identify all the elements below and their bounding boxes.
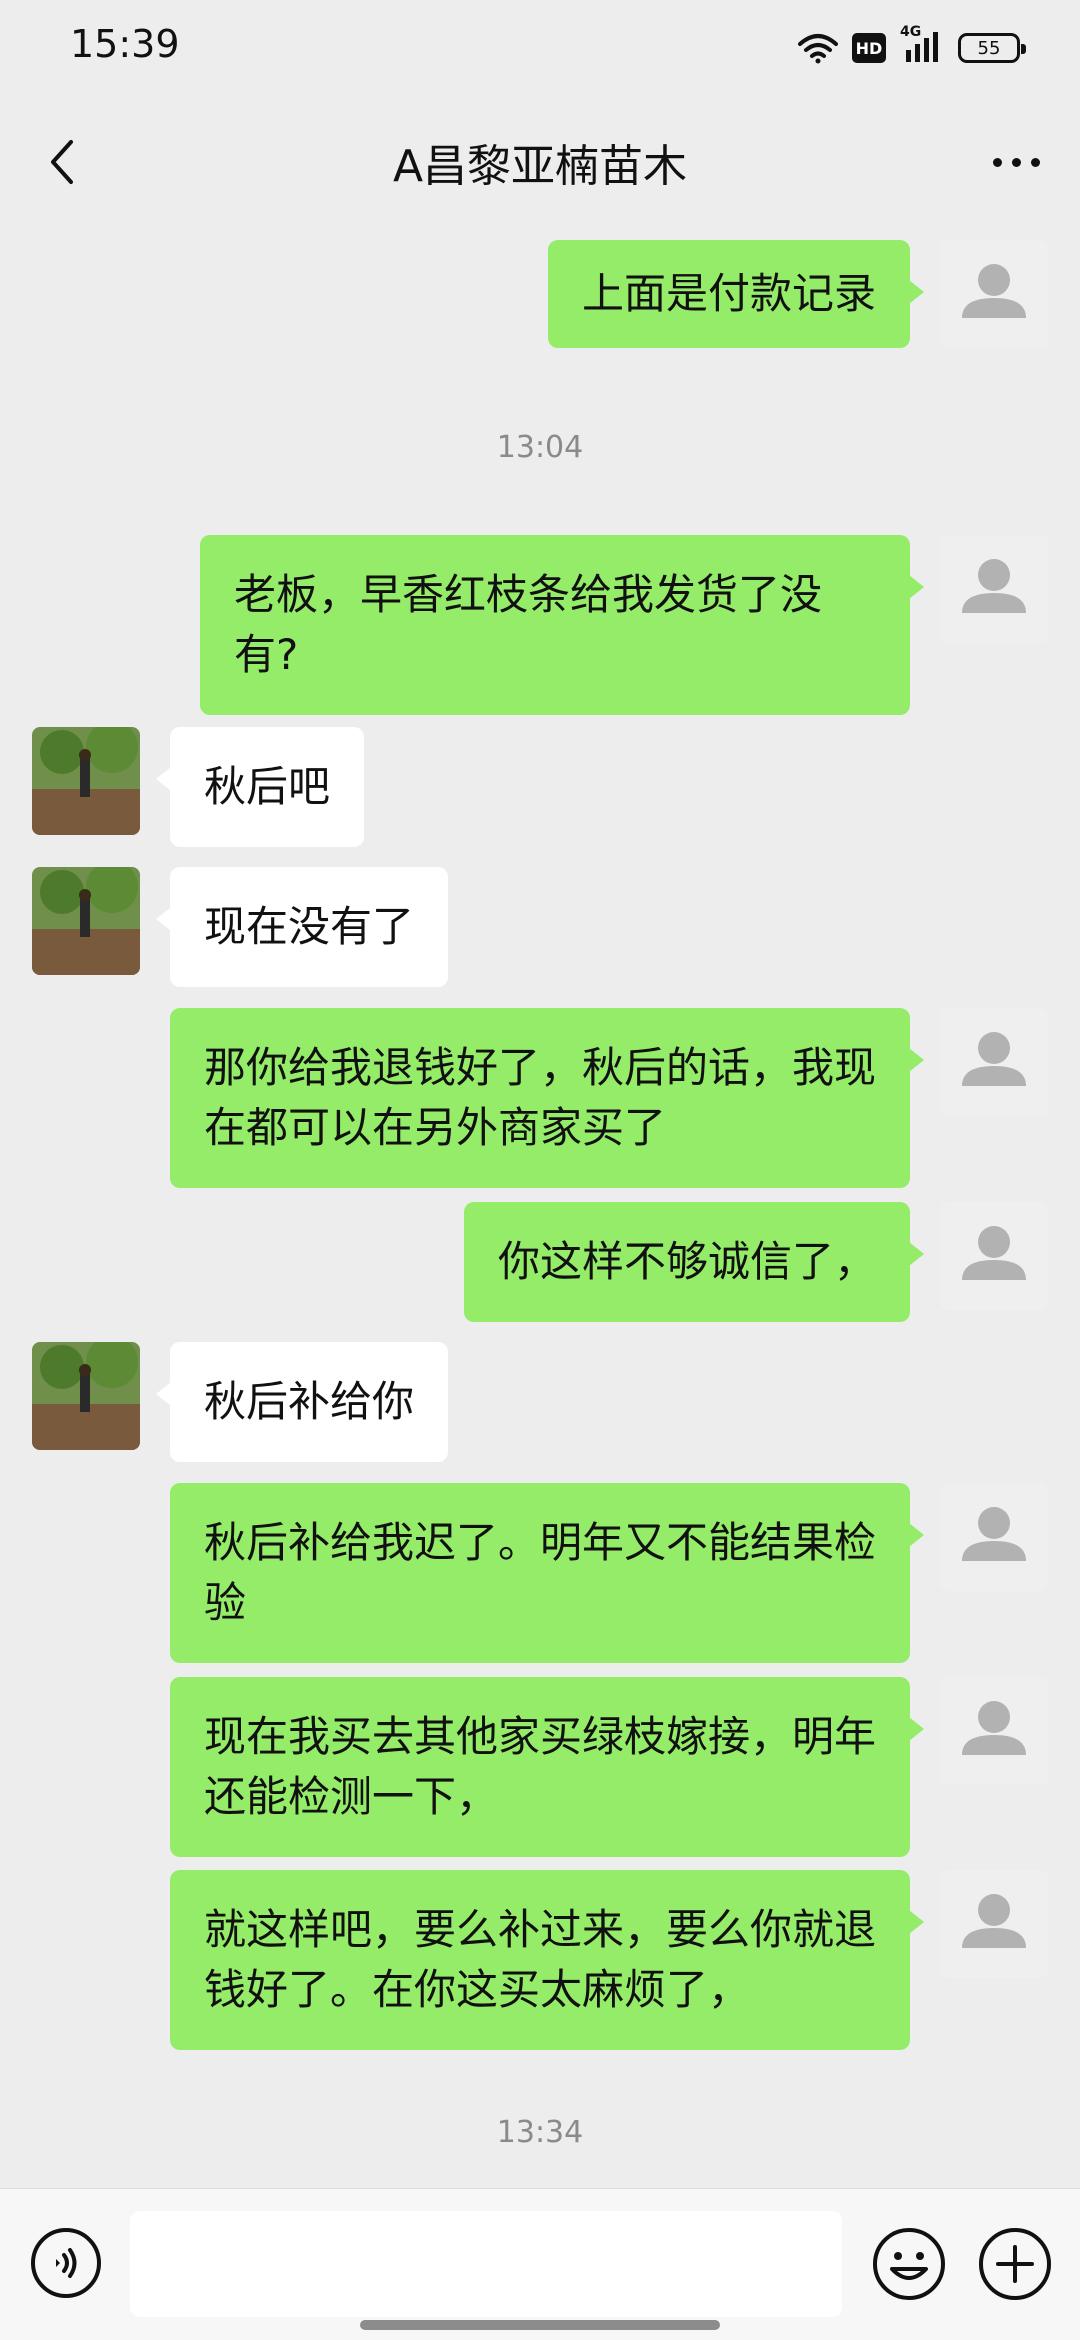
voice-button[interactable] [30, 2227, 102, 2299]
network-type: 4G [900, 24, 922, 40]
emoji-button[interactable] [872, 2227, 946, 2301]
contact-avatar[interactable] [32, 727, 140, 835]
voice-icon [31, 2228, 101, 2298]
emoji-icon [873, 2228, 945, 2300]
message-input[interactable] [130, 2211, 842, 2317]
message-bubble[interactable]: 就这样吧，要么补过来，要么你就退钱好了。在你这买太麻烦了， [170, 1870, 924, 2050]
contact-avatar-photo [32, 1342, 140, 1450]
user-icon [940, 535, 1048, 643]
more-icon-dot [1011, 157, 1021, 167]
self-avatar[interactable] [940, 1677, 1048, 1785]
self-avatar[interactable] [940, 535, 1048, 643]
signal-icon: 4G [900, 24, 944, 66]
status-icons: HD 4G 55 [798, 24, 1026, 70]
more-icon-dot [1030, 157, 1040, 167]
chat-title: A昌黎亚楠苗木 [392, 141, 688, 192]
message-bubble[interactable]: 上面是付款记录 [547, 240, 925, 348]
home-indicator[interactable] [360, 2320, 720, 2330]
message-bubble[interactable]: 你这样不够诚信了， [463, 1202, 925, 1322]
contact-avatar[interactable] [32, 1342, 140, 1450]
message-bubble[interactable]: 老板，早香红枝条给我发货了没有? [200, 535, 924, 715]
user-icon [940, 240, 1048, 348]
status-bar: 15:39 HD 4G 55 [0, 0, 1080, 96]
more-icon [992, 157, 1002, 167]
plus-icon [979, 2228, 1051, 2300]
self-avatar[interactable] [940, 1008, 1048, 1116]
chat-screen: 15:39 HD 4G 55 A昌黎亚楠苗木 上面是付款记录 13:04 老板，… [0, 0, 1080, 2340]
user-icon [940, 1202, 1048, 1310]
message-list[interactable]: 上面是付款记录 13:04 老板，早香红枝条给我发货了没有? 秋后吧 现在没有了… [0, 230, 1080, 2188]
message-bubble[interactable]: 那你给我退钱好了，秋后的话，我现在都可以在另外商家买了 [170, 1008, 924, 1188]
self-avatar[interactable] [940, 1870, 1048, 1978]
self-avatar[interactable] [940, 240, 1048, 348]
plus-button[interactable] [978, 2227, 1052, 2301]
self-avatar[interactable] [940, 1483, 1048, 1591]
wifi-icon [798, 32, 838, 64]
more-button[interactable] [976, 130, 1056, 194]
timestamp: 13:34 [496, 2115, 584, 2150]
user-icon [940, 1008, 1048, 1116]
self-avatar[interactable] [940, 1202, 1048, 1310]
user-icon [940, 1483, 1048, 1591]
message-bubble[interactable]: 秋后补给我迟了。明年又不能结果检验 [170, 1483, 924, 1663]
message-bubble[interactable]: 现在我买去其他家买绿枝嫁接，明年还能检测一下， [170, 1677, 924, 1857]
message-bubble[interactable]: 秋后补给你 [155, 1342, 449, 1462]
message-bubble[interactable]: 现在没有了 [155, 867, 449, 987]
status-time: 15:39 [70, 22, 180, 66]
contact-avatar-photo [32, 867, 140, 975]
hd-badge: HD [852, 33, 886, 63]
nav-bar: A昌黎亚楠苗木 [0, 96, 1080, 230]
contact-avatar[interactable] [32, 867, 140, 975]
user-icon [940, 1870, 1048, 1978]
message-bubble[interactable]: 秋后吧 [155, 727, 365, 847]
battery-indicator: 55 [958, 33, 1026, 63]
timestamp: 13:04 [496, 430, 584, 465]
user-icon [940, 1677, 1048, 1785]
contact-avatar-photo [32, 727, 140, 835]
input-bar [0, 2188, 1080, 2340]
